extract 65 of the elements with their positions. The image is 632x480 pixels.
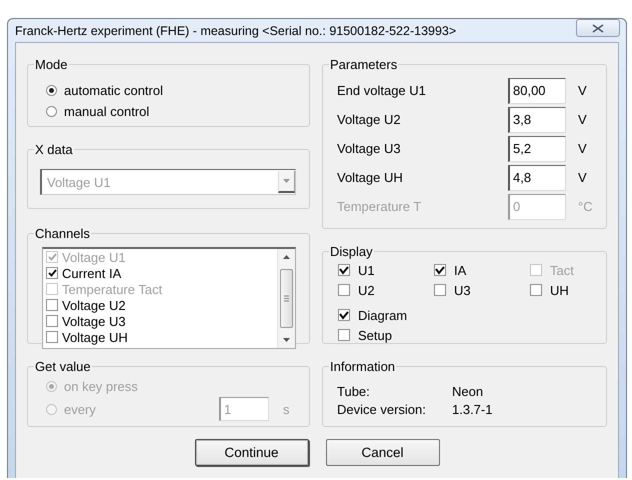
checkbox-label: U1 [358,262,375,278]
grip-icon [284,295,289,302]
parameter-label: Temperature T [337,199,422,214]
checkbox-label: IA [454,262,466,278]
close-button[interactable] [576,19,620,37]
close-icon [592,24,604,32]
list-item[interactable]: Current IA [62,266,122,280]
checkbox[interactable] [434,284,446,296]
checkbox-label: U3 [454,282,471,298]
unit-label: s [282,402,290,416]
checkbox[interactable] [338,264,350,276]
unit-label: V [577,83,588,98]
checkbox[interactable] [434,264,446,276]
list-item[interactable]: Voltage UH [62,330,128,344]
info-value: 1.3.7-1 [452,402,494,416]
parameter-label: End voltage U1 [337,83,427,98]
window-title: Franck-Hertz experiment (FHE) - measuring <Serial no.: 91500182-522-13993> [15,24,458,38]
checkbox[interactable] [46,299,58,311]
info-value: Neon [452,384,484,398]
dropdown-arrow-icon [283,179,290,183]
scrollbar[interactable] [277,249,295,348]
group-label: Channels [35,226,90,241]
checkbox[interactable] [530,284,542,296]
checkbox-label: U2 [358,282,375,298]
group-label: Get value [35,359,91,374]
parameter-label: Voltage UH [337,170,404,185]
checkbox[interactable] [338,329,350,341]
unit-label: V [577,112,588,127]
value-field[interactable]: 3,8 [508,106,566,132]
checkbox-label: Diagram [358,308,408,322]
group-label: X data [35,142,73,157]
group-label: Information [330,359,396,374]
radio-label: every [64,402,96,416]
parameter-label: Voltage U3 [337,141,402,156]
checkbox[interactable] [46,331,58,343]
radio-label: on key press [64,379,138,394]
checkbox[interactable] [338,284,350,296]
group-label: Mode [35,57,68,72]
unit-label: °C [577,199,594,214]
list-item[interactable]: Voltage U2 [62,298,126,312]
list-item[interactable]: Voltage U3 [62,314,126,328]
checkbox[interactable] [46,267,58,279]
checkbox[interactable] [46,315,58,327]
radio-button[interactable] [46,85,57,96]
checkbox-label: UH [550,282,569,298]
parameter-label: Voltage U2 [337,112,402,127]
radio-label: manual control [64,104,150,119]
dialog-button[interactable]: Cancel [326,439,440,466]
checkbox-label: Setup [358,328,392,342]
group-label: Parameters [330,57,398,72]
unit-label: V [577,170,588,185]
dialog-button[interactable]: Continue [194,439,308,466]
info-label: Device version: [337,402,427,416]
down-arrow-icon [283,338,290,342]
checkbox[interactable] [338,309,350,321]
radio-button[interactable] [46,106,57,117]
radio-label: automatic control [64,83,163,98]
checkbox-label: Tact [550,262,574,278]
value-field[interactable]: 80,00 [508,78,566,104]
info-label: Tube: [337,384,371,398]
unit-label: V [577,141,588,156]
group-label: Display [330,244,373,259]
value-field[interactable]: 4,8 [508,164,566,190]
value-field[interactable]: 5,2 [508,136,566,162]
up-arrow-icon [283,255,290,260]
